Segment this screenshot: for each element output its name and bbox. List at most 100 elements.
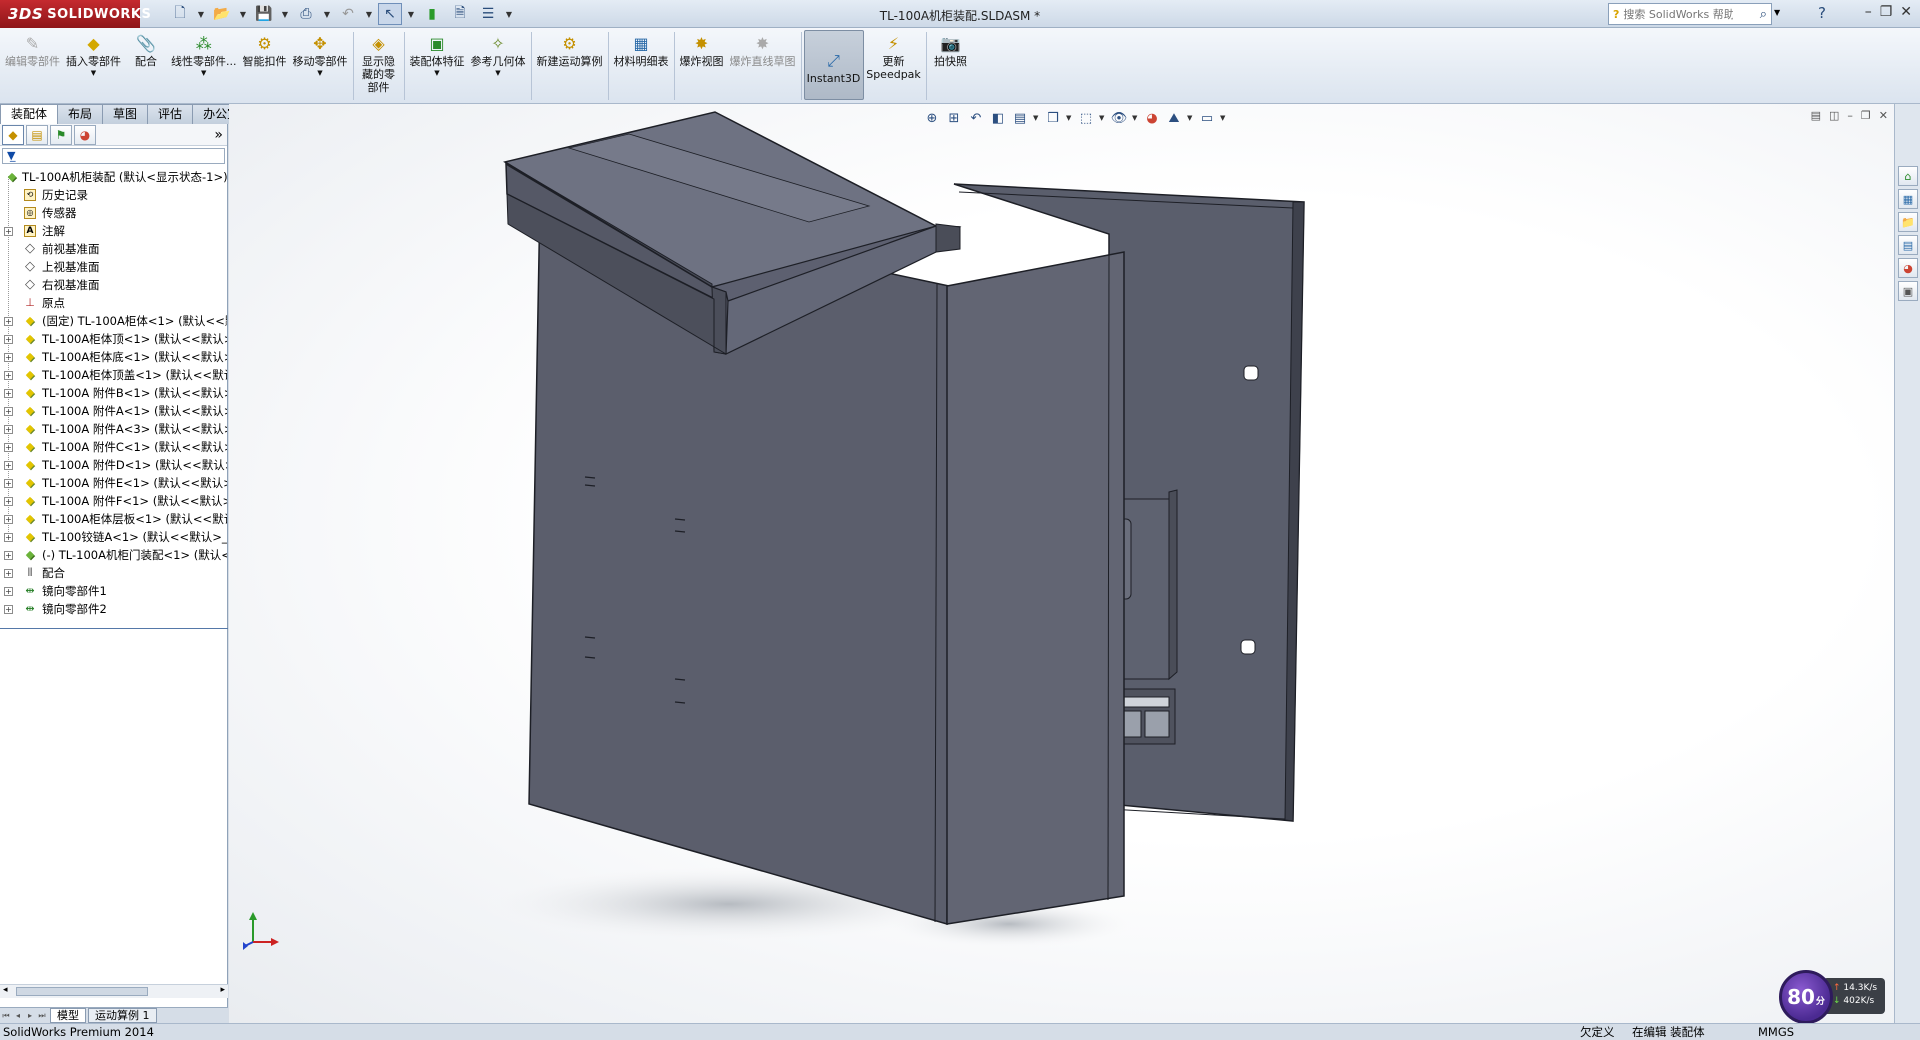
file-properties-icon[interactable]: 🗎: [448, 3, 472, 25]
mate-button[interactable]: 📎 配合: [124, 28, 168, 102]
feature-manager-tab-icon[interactable]: ◆: [2, 124, 24, 145]
prev-tab-icon[interactable]: ◂: [12, 1011, 24, 1020]
expand-panel-icon[interactable]: »: [214, 127, 223, 143]
tree-item[interactable]: + TL-100A 附件D<1> (默认<<默认>_显示状态 1>): [0, 456, 227, 474]
show-hidden-components-button[interactable]: ◈ 显示隐藏的零部件: [356, 28, 402, 102]
chevron-down-icon[interactable]: ▼: [317, 69, 322, 77]
expand-node-icon[interactable]: +: [4, 515, 13, 524]
last-tab-icon[interactable]: ⏭: [36, 1011, 48, 1021]
tree-item[interactable]: + TL-100A柜体层板<1> (默认<<默认>_显示状态 1>): [0, 510, 227, 528]
tree-item[interactable]: + (-) TL-100A机柜门装配<1> (默认<显示状态-1>): [0, 546, 227, 564]
file-explorer-icon[interactable]: 📁: [1898, 212, 1918, 232]
tree-item[interactable]: + TL-100铰链A<1> (默认<<默认>_显示状态 1>): [0, 528, 227, 546]
options-icon[interactable]: ☰: [476, 3, 500, 25]
print-dropdown-icon[interactable]: ▼: [322, 3, 332, 25]
tab-assembly[interactable]: 装配体: [0, 104, 59, 124]
options-dropdown-icon[interactable]: ▼: [504, 3, 514, 25]
tree-item[interactable]: + TL-100A 附件F<1> (默认<<默认>_显示状态 1>): [0, 492, 227, 510]
undo-dropdown-icon[interactable]: ▼: [364, 3, 374, 25]
select-dropdown-icon[interactable]: ▼: [406, 3, 416, 25]
rebuild-icon[interactable]: ▮: [420, 3, 444, 25]
tree-item[interactable]: + TL-100A 附件B<1> (默认<<默认>_显示状态 1>): [0, 384, 227, 402]
speed-score-badge[interactable]: 80 分: [1779, 970, 1833, 1023]
tree-item[interactable]: 前视基准面: [0, 240, 227, 258]
expand-node-icon[interactable]: +: [4, 335, 13, 344]
view-palette-icon[interactable]: ▤: [1898, 235, 1918, 255]
tree-item[interactable]: + TL-100A 附件C<1> (默认<<默认>_显示状态 1>): [0, 438, 227, 456]
tree-item[interactable]: + A 注解: [0, 222, 227, 240]
tab-layout[interactable]: 布局: [57, 104, 104, 124]
edit-component-button[interactable]: ✎ 编辑零部件: [2, 28, 63, 102]
appearances-scenes-icon[interactable]: ◕: [1898, 258, 1918, 278]
design-library-icon[interactable]: ▦: [1898, 189, 1918, 209]
expand-node-icon[interactable]: +: [4, 605, 13, 614]
expand-node-icon[interactable]: +: [4, 461, 13, 470]
chevron-down-icon[interactable]: ▼: [434, 69, 439, 77]
scroll-right-icon[interactable]: ▸: [220, 985, 225, 995]
expand-node-icon[interactable]: +: [4, 587, 13, 596]
tree-item[interactable]: + (固定) TL-100A柜体<1> (默认<<默认>_显示状态 1>): [0, 312, 227, 330]
open-folder-icon[interactable]: 📂: [210, 3, 234, 25]
new-motion-study-button[interactable]: ⚙ 新建运动算例: [534, 28, 606, 102]
tree-item[interactable]: + 镜向零部件1: [0, 582, 227, 600]
search-icon[interactable]: ⌕: [1760, 7, 1767, 22]
tab-sketch[interactable]: 草图: [102, 104, 149, 124]
tree-item[interactable]: 右视基准面: [0, 276, 227, 294]
new-dropdown-icon[interactable]: ▼: [196, 3, 206, 25]
tree-root-assembly[interactable]: TL-100A机柜装配 (默认<显示状态-1>): [0, 168, 227, 186]
close-icon[interactable]: ✕: [1900, 4, 1912, 20]
configuration-manager-tab-icon[interactable]: ⚑: [50, 124, 72, 145]
custom-properties-icon[interactable]: ▣: [1898, 281, 1918, 301]
open-dropdown-icon[interactable]: ▼: [238, 3, 248, 25]
help-search-input[interactable]: [1623, 7, 1734, 21]
minimize-icon[interactable]: –: [1865, 4, 1872, 20]
explode-line-sketch-button[interactable]: ✸ 爆炸直线草图: [727, 28, 799, 102]
expand-node-icon[interactable]: +: [4, 371, 13, 380]
cabinet-assembly-model[interactable]: [229, 104, 1894, 1023]
first-tab-icon[interactable]: ⏮: [0, 1011, 12, 1021]
property-manager-tab-icon[interactable]: ▤: [26, 124, 48, 145]
new-document-icon[interactable]: 🗋: [168, 3, 192, 25]
chevron-down-icon[interactable]: ▼: [201, 69, 206, 77]
tab-motion-study-1[interactable]: 运动算例 1: [88, 1008, 157, 1023]
tree-item[interactable]: 上视基准面: [0, 258, 227, 276]
tree-item[interactable]: + 镜向零部件2: [0, 600, 227, 618]
scroll-thumb[interactable]: [16, 987, 148, 996]
tree-item[interactable]: + TL-100A柜体顶盖<1> (默认<<默认>_显示状态 1>): [0, 366, 227, 384]
expand-node-icon[interactable]: +: [4, 569, 13, 578]
expand-node-icon[interactable]: +: [4, 551, 13, 560]
tree-item[interactable]: + 配合: [0, 564, 227, 582]
unit-system[interactable]: MMGS: [1758, 1024, 1794, 1040]
update-speedpak-button[interactable]: ⚡ 更新Speedpak: [864, 28, 924, 102]
assembly-features-button[interactable]: ▣ 装配体特征 ▼: [407, 28, 468, 102]
select-pointer-icon[interactable]: ↖: [378, 3, 402, 25]
expand-node-icon[interactable]: +: [4, 407, 13, 416]
expand-node-icon[interactable]: +: [4, 227, 13, 236]
expand-node-icon[interactable]: +: [4, 497, 13, 506]
search-dropdown-icon[interactable]: ▼: [1774, 8, 1780, 17]
tree-item[interactable]: + TL-100A柜体底<1> (默认<<默认>_显示状态 1>): [0, 348, 227, 366]
save-icon[interactable]: 💾: [252, 3, 276, 25]
insert-component-button[interactable]: ◆ 插入零部件 ▼: [63, 28, 124, 102]
tree-item[interactable]: 原点: [0, 294, 227, 312]
expand-node-icon[interactable]: +: [4, 533, 13, 542]
expand-node-icon[interactable]: +: [4, 425, 13, 434]
tree-item[interactable]: + TL-100A 附件E<1> (默认<<默认>_显示状态 1>): [0, 474, 227, 492]
expand-node-icon[interactable]: +: [4, 353, 13, 362]
tree-item[interactable]: ⟲ 历史记录: [0, 186, 227, 204]
tab-model[interactable]: 模型: [50, 1008, 86, 1023]
graphics-area[interactable]: ⊕ ⊞ ↶ ◧ ▤ ▼ ❒ ▼ ⬚ ▼ 👁 ▼ ◕ ⛰ ▼ ▭ ▼ ▤ ◫ – …: [229, 104, 1894, 1023]
exploded-view-button[interactable]: ✸ 爆炸视图: [677, 28, 727, 102]
take-snapshot-button[interactable]: 📷 拍快照: [929, 28, 973, 102]
tree-item[interactable]: + TL-100A 附件A<1> (默认<<默认>_显示状态 1>): [0, 402, 227, 420]
tree-horizontal-scrollbar[interactable]: ◂ ▸: [0, 984, 228, 998]
next-tab-icon[interactable]: ▸: [24, 1011, 36, 1020]
save-dropdown-icon[interactable]: ▼: [280, 3, 290, 25]
instant3d-button[interactable]: ⤢ Instant3D: [803, 30, 864, 100]
expand-node-icon[interactable]: +: [4, 479, 13, 488]
help-search-box[interactable]: ? ⌕: [1608, 3, 1772, 25]
display-manager-tab-icon[interactable]: ◕: [74, 124, 96, 145]
solidworks-logo-menu[interactable]: 3DS SOLIDWORKS: [0, 0, 151, 28]
chevron-down-icon[interactable]: ▼: [495, 69, 500, 77]
reference-geometry-button[interactable]: ✧ 参考几何体 ▼: [468, 28, 529, 102]
